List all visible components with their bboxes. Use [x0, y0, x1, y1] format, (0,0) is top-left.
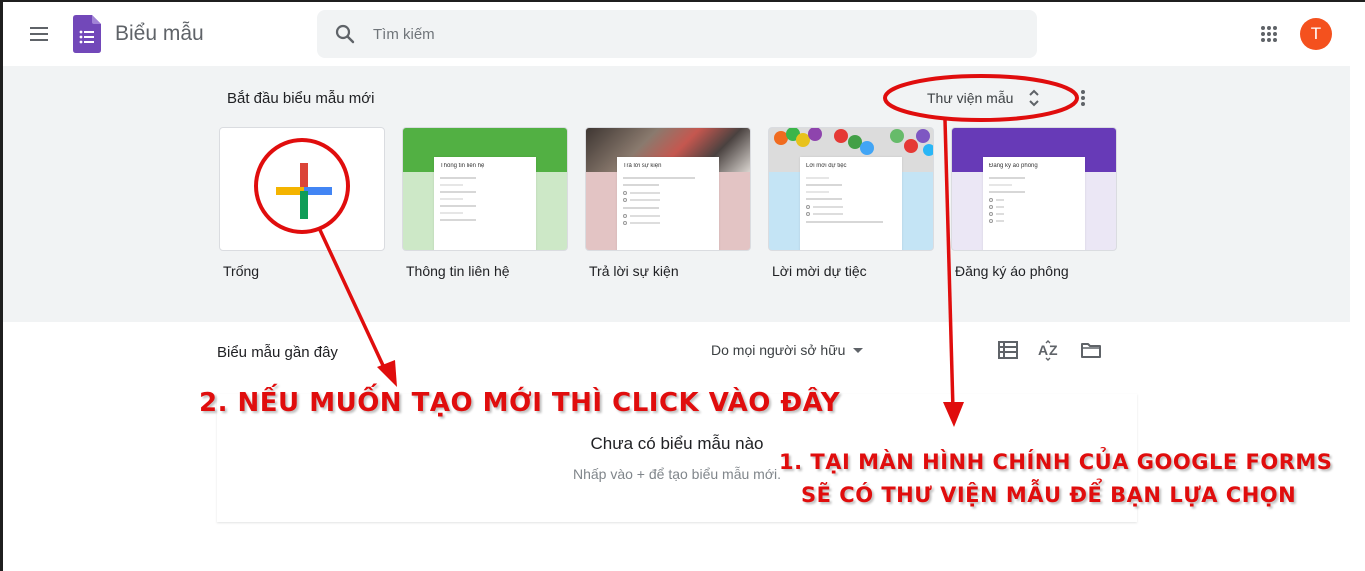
- google-apps-icon[interactable]: [1257, 22, 1281, 46]
- more-options-icon[interactable]: [1071, 86, 1095, 110]
- preview-radio: [989, 212, 1079, 216]
- plus-icon: [276, 163, 332, 219]
- template-label: Thông tin liên hệ: [406, 263, 510, 279]
- preview-line: [989, 177, 1025, 179]
- preview-line: [440, 205, 476, 207]
- preview-line: [989, 191, 1025, 193]
- template-gallery-label: Thư viện mẫu: [927, 90, 1014, 106]
- search-input[interactable]: [373, 22, 1013, 46]
- preview-line: [440, 184, 463, 186]
- template-label: Trống: [223, 263, 260, 279]
- template-preview: Lời mời dự tiệc: [800, 157, 902, 250]
- preview-title: Thông tin liên hệ: [440, 163, 485, 169]
- template-thumbnail[interactable]: Lời mời dự tiệc: [768, 127, 934, 251]
- template-preview: Đăng ký áo phông: [983, 157, 1085, 250]
- template-gallery: Bắt đầu biểu mẫu mới Thư viện mẫu Trống: [3, 66, 1350, 322]
- template-blank[interactable]: Trống: [219, 127, 385, 279]
- template-label: Đăng ký áo phông: [955, 263, 1069, 279]
- preview-line: [806, 221, 883, 223]
- caret-down-icon: [853, 347, 864, 353]
- preview-line: [623, 207, 659, 209]
- search-icon[interactable]: [333, 22, 357, 46]
- menu-icon: [30, 27, 48, 29]
- template-event-rsvp[interactable]: Trả lời sự kiện Trả lời sự kiện: [585, 127, 751, 279]
- preview-line: [440, 191, 476, 193]
- annotation-step-1-line-1: 1. TẠI MÀN HÌNH CHÍNH CỦA GOOGLE FORMS: [779, 450, 1333, 474]
- svg-text:A: A: [1038, 342, 1048, 358]
- annotation-step-2: 2. NẾU MUỐN TẠO MỚI THÌ CLICK VÀO ĐÂY: [199, 388, 841, 418]
- folder-icon[interactable]: [1079, 338, 1103, 362]
- preview-radio: [806, 205, 896, 209]
- top-app-bar: Biểu mẫu T: [3, 2, 1365, 66]
- preview-radio: [989, 205, 1079, 209]
- preview-radio: [623, 214, 713, 218]
- app-title[interactable]: Biểu mẫu: [115, 22, 204, 46]
- template-tshirt-signup[interactable]: Đăng ký áo phông Đăng ký áo phông: [951, 127, 1117, 279]
- menu-icon-bar: [30, 39, 48, 41]
- owner-filter-label: Do mọi người sở hữu: [711, 342, 846, 358]
- search-bar[interactable]: [317, 10, 1037, 58]
- unfold-more-icon: [1029, 89, 1040, 107]
- annotation-step-1-line-2: SẼ CÓ THƯ VIỆN MẪU ĐỂ BẠN LỰA CHỌN: [801, 483, 1297, 507]
- list-view-icon[interactable]: [996, 338, 1020, 362]
- template-gallery-toggle[interactable]: Thư viện mẫu: [915, 78, 1053, 118]
- preview-line: [440, 177, 476, 179]
- preview-line: [806, 198, 842, 200]
- preview-line: [989, 184, 1012, 186]
- preview-title: Lời mời dự tiệc: [806, 163, 847, 169]
- preview-line: [806, 184, 842, 186]
- template-thumbnail[interactable]: Trả lời sự kiện: [585, 127, 751, 251]
- menu-icon-bar: [30, 33, 48, 35]
- preview-radio: [623, 198, 713, 202]
- preview-radio: [989, 198, 1079, 202]
- dot: [1081, 90, 1085, 94]
- template-party-invite[interactable]: Lời mời dự tiệc Lời mời dự tiệc: [768, 127, 934, 279]
- preview-title: Trả lời sự kiện: [623, 163, 662, 169]
- preview-line: [623, 184, 659, 186]
- preview-line: [440, 198, 463, 200]
- template-label: Lời mời dự tiệc: [772, 263, 867, 279]
- preview-radio: [806, 212, 896, 216]
- preview-radio: [623, 191, 713, 195]
- preview-radio: [623, 221, 713, 225]
- template-preview: Trả lời sự kiện: [617, 157, 719, 250]
- owner-filter-dropdown[interactable]: Do mọi người sở hữu: [711, 342, 864, 358]
- svg-text:Z: Z: [1049, 342, 1058, 358]
- preview-radio: [989, 219, 1079, 223]
- main-menu-button[interactable]: [27, 22, 51, 46]
- forms-logo-icon[interactable]: [73, 15, 101, 53]
- preview-line: [806, 191, 829, 193]
- template-thumbnail[interactable]: Thông tin liên hệ: [402, 127, 568, 251]
- template-thumbnail[interactable]: [219, 127, 385, 251]
- dot: [1081, 102, 1085, 106]
- gallery-title: Bắt đầu biểu mẫu mới: [227, 90, 375, 107]
- dot: [1081, 96, 1085, 100]
- preview-line: [440, 219, 476, 221]
- recent-forms-title: Biểu mẫu gần đây: [217, 344, 338, 361]
- preview-line: [440, 212, 463, 214]
- preview-title: Đăng ký áo phông: [989, 163, 1038, 169]
- preview-line: [623, 177, 695, 179]
- account-avatar[interactable]: T: [1300, 18, 1332, 50]
- template-preview: Thông tin liên hệ: [434, 157, 536, 250]
- template-thumbnail[interactable]: Đăng ký áo phông: [951, 127, 1117, 251]
- preview-line: [806, 177, 829, 179]
- sort-az-icon[interactable]: A Z: [1037, 338, 1061, 362]
- template-label: Trả lời sự kiện: [589, 263, 679, 279]
- arrow-head-2: [377, 360, 397, 387]
- template-contact-info[interactable]: Thông tin liên hệ Thông tin liên hệ: [402, 127, 568, 279]
